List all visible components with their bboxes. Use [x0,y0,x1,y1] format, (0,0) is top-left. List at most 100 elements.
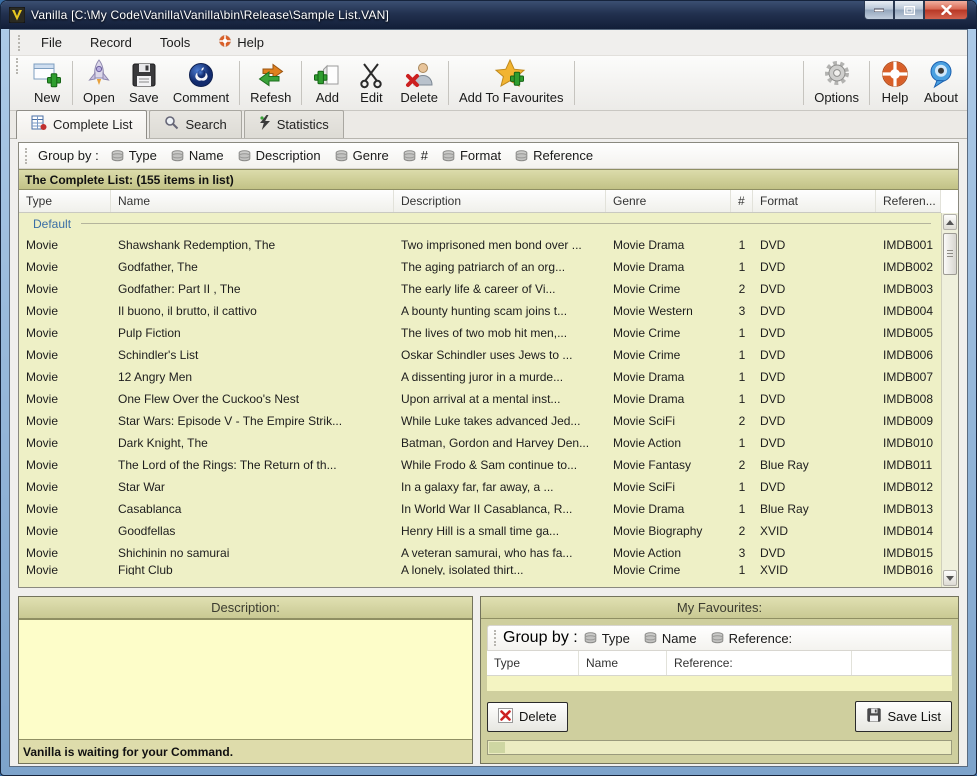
cell-num: 1 [731,432,753,454]
column-header-genre[interactable]: Genre [606,190,731,212]
table-row[interactable]: MovieFight ClubA lonely, isolated thirt.… [19,564,941,575]
table-row[interactable]: MovieShichinin no samuraiA veteran samur… [19,542,941,564]
cell-name: The Lord of the Rings: The Return of th.… [111,454,394,476]
cell-name: Pulp Fiction [111,322,394,344]
cell-name: Godfather: Part II , The [111,278,394,300]
column-header-name[interactable]: Name [111,190,394,212]
scrollbar-thumb[interactable] [943,233,957,275]
table-row[interactable]: MovieSchindler's ListOskar Schindler use… [19,344,941,366]
column-header-format[interactable]: Format [753,190,876,212]
table-row[interactable]: MovieGodfather: Part II , TheThe early l… [19,278,941,300]
toolbar-separator [239,61,240,105]
table-row[interactable]: MovieOne Flew Over the Cuckoo's NestUpon… [19,388,941,410]
gear-icon [822,59,852,89]
cell-genre: Movie Biography [606,520,731,542]
db-icon [111,150,124,162]
lifering-icon [218,34,232,51]
group-row-default[interactable]: Default [19,213,941,234]
column-header-num[interactable]: # [731,190,753,212]
edit-button[interactable]: Edit [349,58,393,108]
cell-genre: Movie SciFi [606,410,731,432]
groupby-field-description[interactable]: Description [232,146,329,165]
cell-description: Two imprisoned men bond over ... [394,234,606,256]
add-button-label: Add [316,90,339,105]
table-row[interactable]: MovieStar Wars: Episode V - The Empire S… [19,410,941,432]
scroll-down-button[interactable] [943,570,957,586]
groupby-field-label: Name [189,148,224,163]
groupby-field-type[interactable]: Type [105,146,165,165]
table-row[interactable]: MoviePulp FictionThe lives of two mob hi… [19,322,941,344]
groupby-bar: Group by : TypeNameDescriptionGenre#Form… [19,143,958,169]
column-header-reference[interactable]: Referen... [876,190,941,212]
refresh-button[interactable]: Refesh [243,58,298,108]
groupby-field-name[interactable]: Name [638,629,705,648]
save-button[interactable]: Save [122,58,166,108]
complete-list-panel: Group by : TypeNameDescriptionGenre#Form… [18,142,959,588]
menu-bar: File Record Tools Help [10,30,967,56]
table-row[interactable]: MovieGoodfellasHenry Hill is a small tim… [19,520,941,542]
favourites-column-header-type[interactable]: Type [487,651,579,675]
groupby-field-format[interactable]: Format [436,146,509,165]
tab-search[interactable]: Search [149,110,241,138]
tab-statistics[interactable]: Statistics [244,110,344,138]
toolbar-separator [574,61,575,105]
cell-format: DVD [753,476,876,498]
table-row[interactable]: MovieThe Lord of the Rings: The Return o… [19,454,941,476]
maximize-button[interactable] [894,1,924,20]
column-header-description[interactable]: Description [394,190,606,212]
speech-bubble-icon [926,59,956,89]
cell-name: Godfather, The [111,256,394,278]
save-list-button[interactable]: Save List [855,701,952,732]
title-bar[interactable]: Vanilla [C:\My Code\Vanilla\Vanilla\bin\… [1,1,976,29]
favourites-empty-row[interactable] [487,676,952,691]
groupby-field-genre[interactable]: Genre [329,146,397,165]
close-button[interactable] [924,1,968,20]
delete-button[interactable]: Delete [393,58,445,108]
menu-file[interactable]: File [27,32,76,53]
minimize-button[interactable] [864,1,894,20]
groupby-field-reference[interactable]: Reference: [705,629,801,648]
description-textarea[interactable] [19,619,472,740]
help-button[interactable]: Help [873,58,917,108]
panel-splitter[interactable] [473,596,480,764]
groupby-field-name[interactable]: Name [165,146,232,165]
menu-help[interactable]: Help [204,31,278,54]
about-button[interactable]: About [917,58,965,108]
open-button[interactable]: Open [76,58,122,108]
cell-description: Upon arrival at a mental inst... [394,388,606,410]
favourites-column-header-reference[interactable]: Reference: [667,651,852,675]
tab-search-label: Search [185,117,226,132]
tab-complete-list-label: Complete List [53,117,132,132]
cell-format: DVD [753,322,876,344]
menu-record[interactable]: Record [76,32,146,53]
tab-complete-list[interactable]: Complete List [16,110,147,139]
table-row[interactable]: MovieShawshank Redemption, TheTwo impris… [19,234,941,256]
column-header-type[interactable]: Type [19,190,111,212]
options-button[interactable]: Options [807,58,866,108]
groupby-field-type[interactable]: Type [578,629,638,648]
table-row[interactable]: MovieStar WarIn a galaxy far, far away, … [19,476,941,498]
vertical-scrollbar[interactable] [941,213,958,587]
cell-format: DVD [753,344,876,366]
cell-genre: Movie Drama [606,498,731,520]
favourites-column-header-name[interactable]: Name [579,651,667,675]
table-row[interactable]: Movie12 Angry MenA dissenting juror in a… [19,366,941,388]
groupby-field-num[interactable]: # [397,146,436,165]
cell-name: Star Wars: Episode V - The Empire Strik.… [111,410,394,432]
table-row[interactable]: MovieDark Knight, TheBatman, Gordon and … [19,432,941,454]
table-row[interactable]: MovieIl buono, il brutto, il cattivoA bo… [19,300,941,322]
new-button[interactable]: New [25,58,69,108]
menu-tools[interactable]: Tools [146,32,204,53]
add-to-favourites-button[interactable]: Add To Favourites [452,58,571,108]
cell-reference: IMDB004 [876,300,941,322]
cell-format: DVD [753,234,876,256]
table-row[interactable]: MovieGodfather, TheThe aging patriarch o… [19,256,941,278]
scroll-up-button[interactable] [943,214,957,230]
cell-reference: IMDB015 [876,542,941,564]
groupby-field-reference[interactable]: Reference [509,146,601,165]
add-button[interactable]: Add [305,58,349,108]
table-row[interactable]: MovieCasablancaIn World War II Casablanc… [19,498,941,520]
favourites-delete-button[interactable]: Delete [487,702,568,732]
cell-reference: IMDB001 [876,234,941,256]
comment-button[interactable]: Comment [166,58,236,108]
